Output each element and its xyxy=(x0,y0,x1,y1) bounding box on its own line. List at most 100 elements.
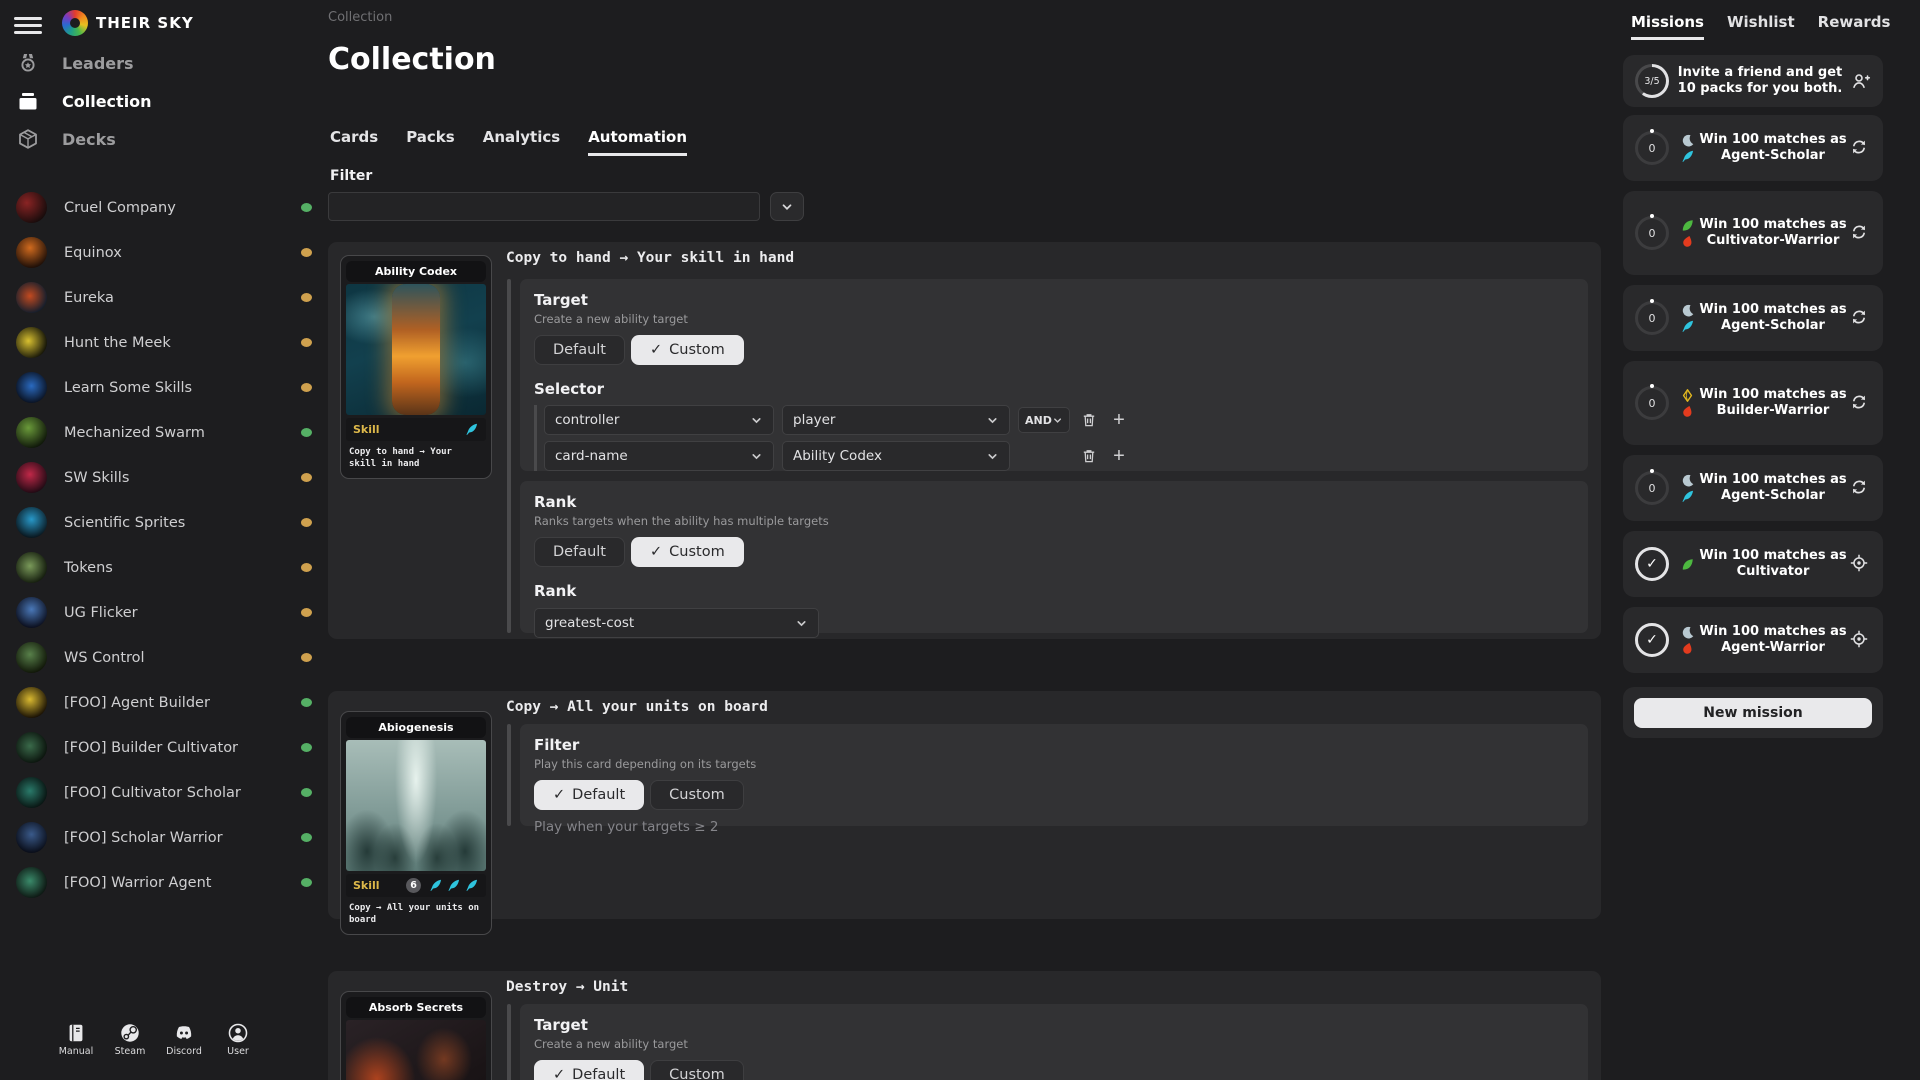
deck-avatar xyxy=(16,282,47,313)
custom-button[interactable]: Custom xyxy=(650,780,744,810)
mission-card[interactable]: 0 Win 100 matches as Agent-Scholar xyxy=(1623,115,1883,181)
deck-row[interactable]: [FOO] Scholar Warrior xyxy=(0,815,328,860)
deck-row[interactable]: [FOO] Builder Cultivator xyxy=(0,725,328,770)
deck-status-dot xyxy=(301,698,312,707)
mission-class-icons xyxy=(1677,218,1697,249)
tab-automation[interactable]: Automation xyxy=(588,128,687,156)
mission-text: Win 100 matches as Agent-Scholar xyxy=(1697,132,1849,165)
tab-analytics[interactable]: Analytics xyxy=(483,128,560,156)
track-mission-button[interactable] xyxy=(1849,553,1871,575)
deck-name: [FOO] Agent Builder xyxy=(64,695,301,711)
sidebar-item-leaders[interactable]: Leaders xyxy=(0,44,328,82)
selector-value-dropdown[interactable]: Ability Codex xyxy=(782,441,1010,471)
join-operator-dropdown[interactable]: AND xyxy=(1018,407,1070,433)
reroll-mission-button[interactable] xyxy=(1849,392,1871,414)
mission-card[interactable]: ✓ Win 100 matches as Agent-Warrior xyxy=(1623,607,1883,673)
filter-expand-button[interactable] xyxy=(770,192,804,221)
custom-button[interactable]: ✓Custom xyxy=(631,537,744,567)
footer-label: Manual xyxy=(59,1046,94,1057)
brand[interactable]: THEIR SKY xyxy=(62,10,194,36)
deck-name: [FOO] Scholar Warrior xyxy=(64,830,301,846)
default-button[interactable]: Default xyxy=(534,335,625,365)
automation-rule-title: Copy to hand → Your skill in hand xyxy=(506,250,794,266)
mission-class-icons xyxy=(1677,625,1697,656)
chevron-down-icon xyxy=(780,200,794,214)
tab-wishlist[interactable]: Wishlist xyxy=(1727,13,1795,40)
manual-button[interactable]: Manual xyxy=(52,1022,100,1057)
reroll-mission-button[interactable] xyxy=(1849,307,1871,329)
panel-title: Filter xyxy=(534,736,1574,754)
menu-icon[interactable] xyxy=(14,13,42,35)
card-type-label: Skill xyxy=(353,423,461,436)
sidebar-item-decks[interactable]: Decks xyxy=(0,120,328,158)
rank-dropdown[interactable]: greatest-cost xyxy=(534,608,819,638)
deck-row[interactable]: Learn Some Skills xyxy=(0,365,328,410)
check-icon: ✓ xyxy=(650,544,662,560)
deck-name: Hunt the Meek xyxy=(64,335,301,351)
automation-section-ability-codex: Ability Codex Skill Copy to hand → Your … xyxy=(328,242,1601,639)
chevron-down-icon xyxy=(986,450,999,463)
add-selector-button[interactable]: + xyxy=(1108,445,1130,467)
delete-selector-button[interactable] xyxy=(1078,409,1100,431)
deck-avatar xyxy=(16,732,47,763)
tab-cards[interactable]: Cards xyxy=(330,128,378,156)
custom-button[interactable]: ✓Custom xyxy=(631,335,744,365)
deck-row[interactable]: UG Flicker xyxy=(0,590,328,635)
steam-button[interactable]: Steam xyxy=(106,1022,154,1057)
default-button[interactable]: ✓Default xyxy=(534,1060,644,1080)
reroll-mission-button[interactable] xyxy=(1849,137,1871,159)
deck-row[interactable]: [FOO] Cultivator Scholar xyxy=(0,770,328,815)
builder-gem-icon xyxy=(1680,388,1695,403)
filter-input[interactable] xyxy=(328,192,760,221)
deck-row[interactable]: WS Control xyxy=(0,635,328,680)
tab-packs[interactable]: Packs xyxy=(406,128,455,156)
selector-field-dropdown[interactable]: controller xyxy=(544,405,774,435)
rank-label: Rank xyxy=(534,582,1574,600)
deck-row[interactable]: Mechanized Swarm xyxy=(0,410,328,455)
custom-button[interactable]: Custom xyxy=(650,1060,744,1080)
mission-card[interactable]: 0 Win 100 matches as Agent-Scholar xyxy=(1623,455,1883,521)
person-plus-icon[interactable] xyxy=(1851,71,1871,91)
tab-rewards[interactable]: Rewards xyxy=(1818,13,1891,40)
deck-row[interactable]: Equinox xyxy=(0,230,328,275)
mission-card[interactable]: 0 Win 100 matches as Builder-Warrior xyxy=(1623,361,1883,445)
card-preview-abiogenesis[interactable]: Abiogenesis Skill 6 Copy → All your unit… xyxy=(340,711,492,935)
filter-hint: Play when your targets ≥ 2 xyxy=(534,819,1574,835)
filter-panel: Filter Play this card depending on its t… xyxy=(520,724,1588,826)
deck-row[interactable]: Cruel Company xyxy=(0,185,328,230)
deck-row[interactable]: Eureka xyxy=(0,275,328,320)
selector-value-dropdown[interactable]: player xyxy=(782,405,1010,435)
book-icon xyxy=(65,1022,87,1044)
deck-avatar xyxy=(16,372,47,403)
card-preview-absorb-secrets[interactable]: Absorb Secrets xyxy=(340,991,492,1080)
delete-selector-button[interactable] xyxy=(1078,445,1100,467)
deck-row[interactable]: Hunt the Meek xyxy=(0,320,328,365)
reroll-mission-button[interactable] xyxy=(1849,477,1871,499)
user-button[interactable]: User xyxy=(214,1022,262,1057)
track-mission-button[interactable] xyxy=(1849,629,1871,651)
selector-field-dropdown[interactable]: card-name xyxy=(544,441,774,471)
default-button[interactable]: Default xyxy=(534,537,625,567)
mission-text: Win 100 matches as Agent-Scholar xyxy=(1697,302,1849,335)
mission-card[interactable]: 0 Win 100 matches as Agent-Scholar xyxy=(1623,285,1883,351)
discord-button[interactable]: Discord xyxy=(160,1022,208,1057)
card-preview-ability-codex[interactable]: Ability Codex Skill Copy to hand → Your … xyxy=(340,255,492,479)
deck-row[interactable]: [FOO] Warrior Agent xyxy=(0,860,328,905)
tab-missions[interactable]: Missions xyxy=(1631,13,1704,40)
footer-label: Steam xyxy=(115,1046,146,1057)
deck-status-dot xyxy=(301,653,312,662)
deck-row[interactable]: [FOO] Agent Builder xyxy=(0,680,328,725)
default-button[interactable]: ✓Default xyxy=(534,780,644,810)
add-selector-button[interactable]: + xyxy=(1108,409,1130,431)
sidebar-item-collection[interactable]: Collection xyxy=(0,82,328,120)
deck-row[interactable]: Scientific Sprites xyxy=(0,500,328,545)
card-type-label: Skill xyxy=(353,879,406,892)
deck-row[interactable]: Tokens xyxy=(0,545,328,590)
new-mission-button[interactable]: New mission xyxy=(1634,698,1872,728)
reroll-mission-button[interactable] xyxy=(1849,222,1871,244)
mission-card[interactable]: ✓ Win 100 matches as Cultivator xyxy=(1623,531,1883,597)
invite-card[interactable]: 3/5 Invite a friend and get 10 packs for… xyxy=(1623,55,1883,107)
deck-name: Eureka xyxy=(64,290,301,306)
mission-card[interactable]: 0 Win 100 matches as Cultivator-Warrior xyxy=(1623,191,1883,275)
deck-row[interactable]: SW Skills xyxy=(0,455,328,500)
